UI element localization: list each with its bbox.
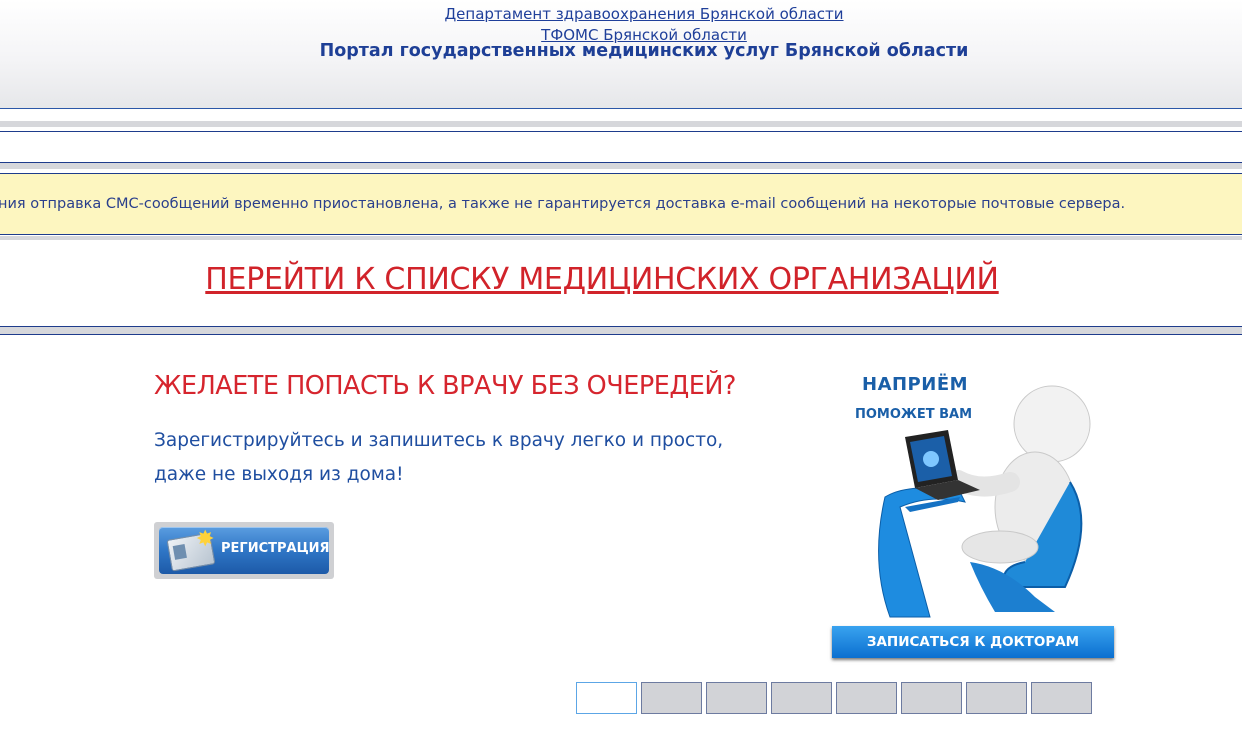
org-list-section: ПЕРЕЙТИ К СПИСКУ МЕДИЦИНСКИХ ОРГАНИЗАЦИЙ [0, 262, 1204, 297]
promo-text: Зарегистрируйтесь и запишитесь к врачу л… [154, 430, 724, 485]
slider-thumbnail[interactable] [1031, 682, 1092, 714]
divider-band [0, 326, 1242, 335]
register-button[interactable]: ✸ РЕГИСТРАЦИЯ [154, 522, 334, 579]
org-list-link[interactable]: ПЕРЕЙТИ К СПИСКУ МЕДИЦИНСКИХ ОРГАНИЗАЦИЙ [205, 262, 999, 297]
divider-band [0, 163, 1242, 169]
notice-text: ния отправка СМС-сообщений временно прио… [0, 196, 1126, 212]
register-button-face[interactable]: ✸ РЕГИСТРАЦИЯ [159, 527, 330, 574]
nav-bar [0, 131, 1242, 163]
divider-band [0, 121, 1242, 127]
register-label: РЕГИСТРАЦИЯ [221, 541, 330, 556]
slider-thumbnail[interactable] [966, 682, 1027, 714]
department-link[interactable]: Департамент здравоохранения Брянской обл… [444, 5, 843, 23]
slider-thumbnail[interactable] [641, 682, 702, 714]
slider-thumbnail[interactable] [836, 682, 897, 714]
sparkle-icon: ✸ [196, 527, 215, 552]
portal-title: Портал государственных медицинских услуг… [319, 41, 969, 61]
notice-bar: ния отправка СМС-сообщений временно прио… [0, 173, 1242, 235]
slider-thumbnail[interactable] [576, 682, 637, 714]
promo-title: ЖЕЛАЕТЕ ПОПАСТЬ К ВРАЧУ БЕЗ ОЧЕРЕДЕЙ? [154, 371, 736, 401]
appointment-banner[interactable]: НАПРИЁМ ПОМОЖЕТ ВАМ ЗАПИСАТЬСЯ К ДОКТОРА… [830, 362, 1120, 662]
page-header: Департамент здравоохранения Брянской обл… [0, 0, 1242, 109]
slider-thumbnail[interactable] [771, 682, 832, 714]
book-doctor-button[interactable]: ЗАПИСАТЬСЯ К ДОКТОРАМ [832, 626, 1114, 658]
divider-band [0, 236, 1242, 240]
slider-thumbnail[interactable] [901, 682, 962, 714]
person-at-laptop-illustration [878, 385, 1091, 618]
slider-thumbnail[interactable] [706, 682, 767, 714]
